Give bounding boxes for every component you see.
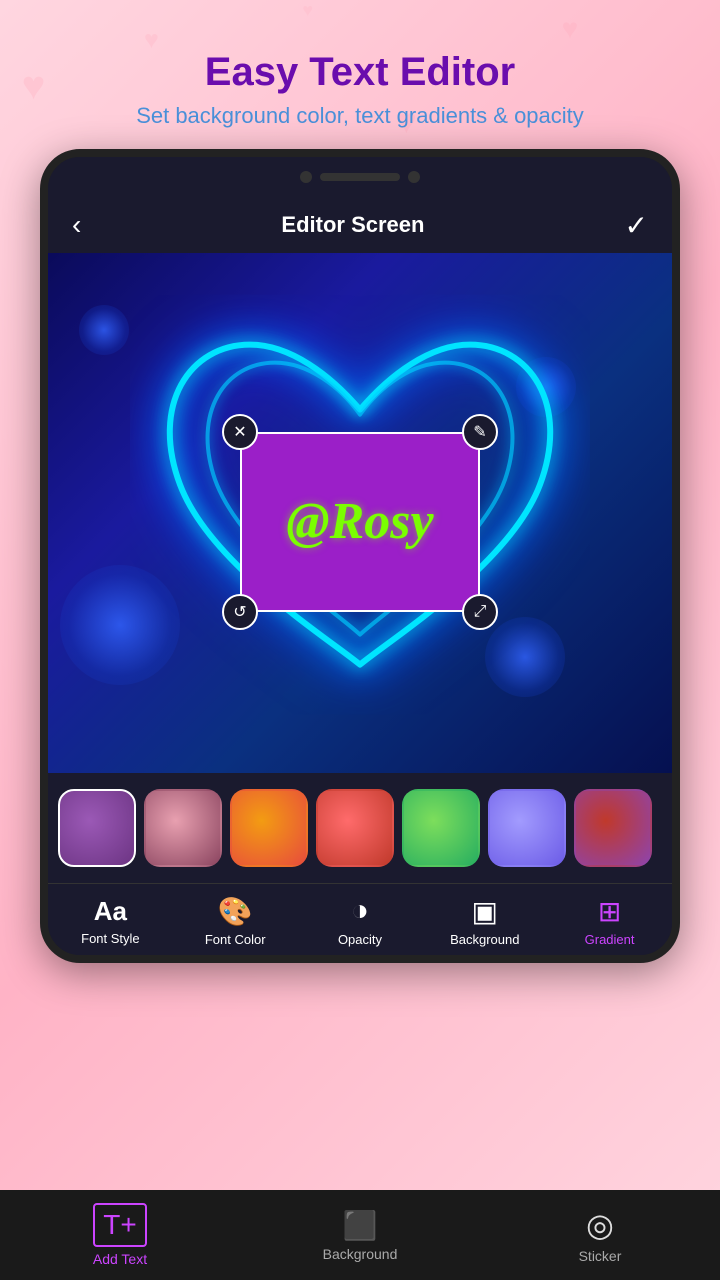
text-box[interactable]: @Rosy ✕ ✎ ↺ ⤢ xyxy=(240,432,480,612)
editor-screen-title: Editor Screen xyxy=(281,212,424,238)
nav-background[interactable]: ⬛ Background xyxy=(300,1209,420,1262)
expand-icon: ⤢ xyxy=(474,603,487,621)
handle-edit[interactable]: ✎ xyxy=(462,414,498,450)
rotate-icon: ↺ xyxy=(233,602,246,622)
add-text-icon: T+ xyxy=(93,1203,146,1247)
bottom-toolbar: Aa Font Style 🎨 Font Color ◑ Opacity ▣ B… xyxy=(48,883,672,955)
edit-icon: ✎ xyxy=(473,422,486,442)
gradient-label: Gradient xyxy=(585,932,635,947)
tool-gradient[interactable]: ⊞ Gradient xyxy=(570,895,650,947)
font-style-icon: Aa xyxy=(94,896,127,927)
app-subtitle: Set background color, text gradients & o… xyxy=(106,103,614,129)
nav-background-label: Background xyxy=(323,1246,398,1262)
opacity-icon: ◑ xyxy=(351,894,369,928)
phone-mockup: ‹ Editor Screen ✓ @ xyxy=(40,149,680,963)
color-palette xyxy=(48,773,672,883)
color-swatch-6[interactable] xyxy=(488,789,566,867)
tool-opacity[interactable]: ◑ Opacity xyxy=(320,894,400,947)
bokeh-4 xyxy=(79,305,129,355)
handle-close[interactable]: ✕ xyxy=(222,414,258,450)
nav-add-text[interactable]: T+ Add Text xyxy=(60,1203,180,1267)
color-swatch-7[interactable] xyxy=(574,789,652,867)
canvas-area[interactable]: @Rosy ✕ ✎ ↺ ⤢ xyxy=(48,253,672,773)
tool-font-color[interactable]: 🎨 Font Color xyxy=(195,895,275,947)
handle-expand[interactable]: ⤢ xyxy=(462,594,498,630)
notch-speaker xyxy=(320,173,400,181)
handle-rotate[interactable]: ↺ xyxy=(222,594,258,630)
app-title: Easy Text Editor xyxy=(205,50,515,95)
background-label: Background xyxy=(450,932,519,947)
add-text-label: Add Text xyxy=(93,1251,147,1267)
editor-topbar: ‹ Editor Screen ✓ xyxy=(48,197,672,253)
color-swatch-2[interactable] xyxy=(144,789,222,867)
color-swatch-5[interactable] xyxy=(402,789,480,867)
text-box-inner: @Rosy xyxy=(240,432,480,612)
tool-font-style[interactable]: Aa Font Style xyxy=(70,896,150,946)
color-swatch-1[interactable] xyxy=(58,789,136,867)
notch-camera-left xyxy=(300,171,312,183)
font-color-label: Font Color xyxy=(205,932,266,947)
background-icon: ▣ xyxy=(472,895,498,928)
color-swatch-3[interactable] xyxy=(230,789,308,867)
nav-sticker[interactable]: ◎ Sticker xyxy=(540,1206,660,1264)
color-swatch-4[interactable] xyxy=(316,789,394,867)
close-icon: ✕ xyxy=(233,422,246,442)
font-color-icon: 🎨 xyxy=(218,895,253,928)
opacity-label: Opacity xyxy=(338,932,382,947)
notch-camera-right xyxy=(408,171,420,183)
nav-sticker-label: Sticker xyxy=(579,1248,622,1264)
nav-background-icon: ⬛ xyxy=(343,1209,378,1242)
check-button[interactable]: ✓ xyxy=(625,209,648,242)
main-container: Easy Text Editor Set background color, t… xyxy=(0,0,720,1280)
back-button[interactable]: ‹ xyxy=(72,209,81,241)
canvas-text: @Rosy xyxy=(286,496,433,548)
phone-notch xyxy=(48,157,672,197)
gradient-icon: ⊞ xyxy=(598,895,621,928)
bottom-nav: T+ Add Text ⬛ Background ◎ Sticker xyxy=(0,1190,720,1280)
font-style-label: Font Style xyxy=(81,931,140,946)
nav-sticker-icon: ◎ xyxy=(586,1206,614,1244)
tool-background[interactable]: ▣ Background xyxy=(445,895,525,947)
